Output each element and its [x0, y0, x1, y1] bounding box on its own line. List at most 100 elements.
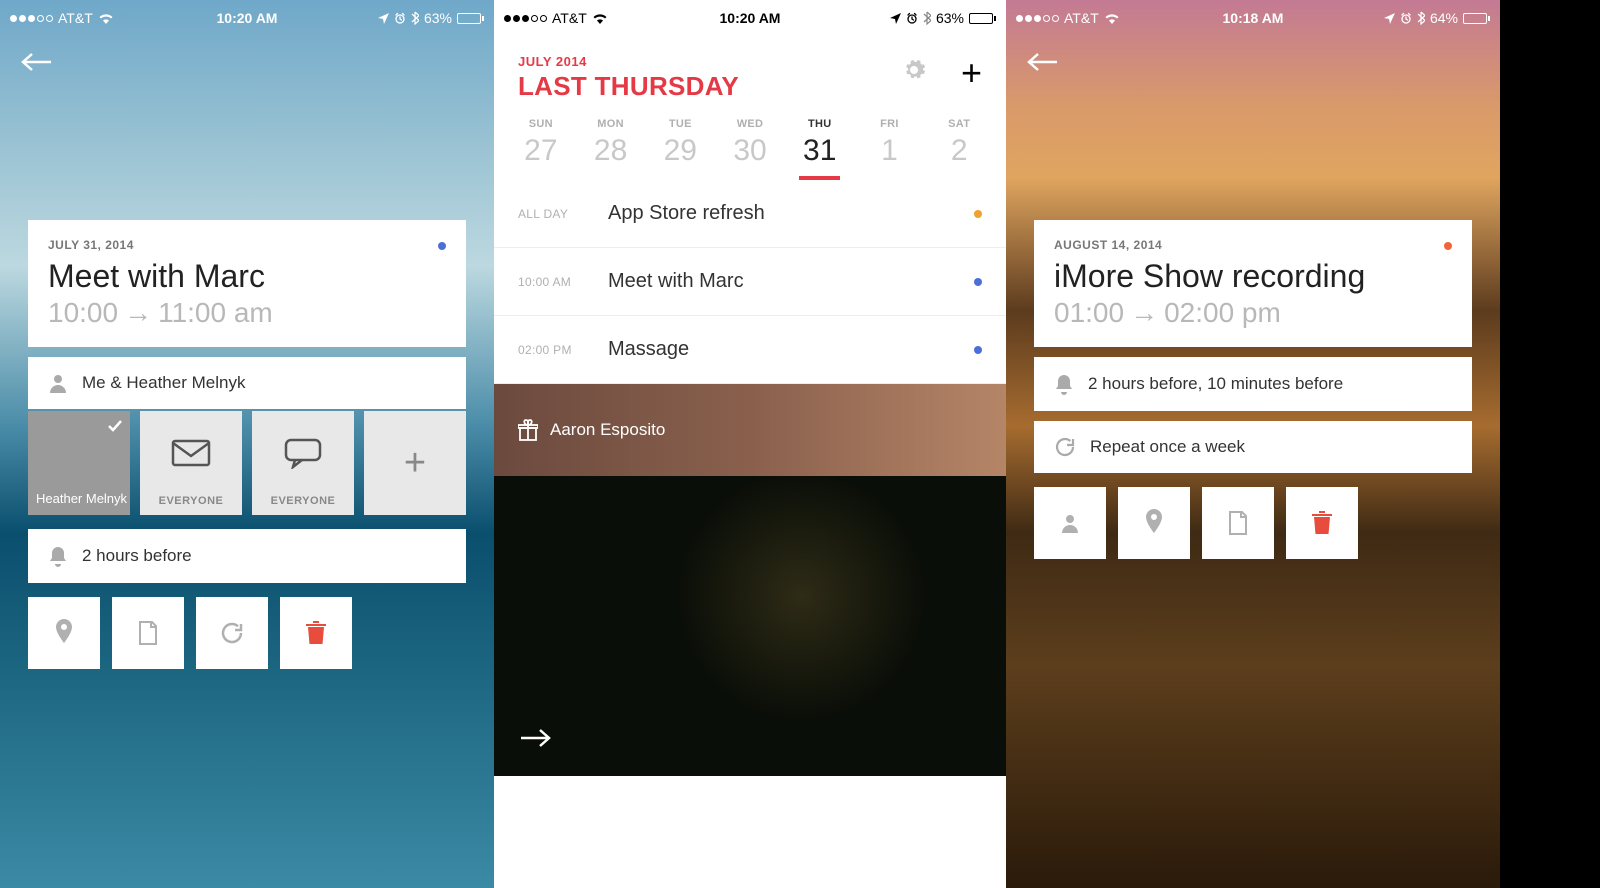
status-time: 10:20 AM — [720, 10, 781, 26]
calendar-header: + JULY 2014 LAST THURSDAY — [494, 36, 1006, 102]
battery-percent: 64% — [1430, 10, 1458, 26]
attendee-tile-selected[interactable]: Heather Melnyk — [28, 411, 130, 515]
status-time: 10:20 AM — [217, 10, 278, 26]
carrier-label: AT&T — [552, 10, 587, 26]
back-button[interactable] — [1026, 50, 1060, 74]
week-day-wed[interactable]: WED30 — [715, 118, 785, 180]
add-attendee-tile[interactable]: + — [364, 411, 466, 515]
event-detail-screen-2: AT&T 10:18 AM 64% AUGUST 14, 2014 — [1006, 0, 1500, 888]
event-row[interactable]: 02:00 PM Massage — [494, 316, 1006, 384]
battery-percent: 63% — [424, 10, 452, 26]
bluetooth-icon — [923, 11, 931, 25]
wifi-icon — [98, 12, 114, 24]
event-card[interactable]: JULY 31, 2014 Meet with Marc 10:00→11:00… — [28, 220, 466, 347]
chat-icon — [283, 437, 323, 469]
mail-icon — [171, 439, 211, 467]
delete-button[interactable] — [1286, 487, 1358, 559]
gift-icon — [518, 419, 538, 441]
status-bar: AT&T 10:20 AM 63% — [494, 0, 1006, 36]
location-icon — [1384, 13, 1395, 24]
week-day-fri[interactable]: FRI1 — [855, 118, 925, 180]
plus-icon: + — [404, 442, 426, 485]
reminder-text: 2 hours before — [82, 546, 192, 566]
note-button[interactable] — [1202, 487, 1274, 559]
note-button[interactable] — [112, 597, 184, 669]
repeat-button[interactable] — [196, 597, 268, 669]
event-time: 10:00→11:00 am — [48, 297, 446, 329]
action-buttons — [28, 597, 466, 669]
location-icon — [378, 13, 389, 24]
event-title: Massage — [608, 338, 974, 361]
carrier-label: AT&T — [58, 10, 93, 26]
event-row[interactable]: ALL DAY App Store refresh — [494, 180, 1006, 248]
event-date: JULY 31, 2014 — [48, 238, 446, 252]
battery-percent: 63% — [936, 10, 964, 26]
repeat-row[interactable]: Repeat once a week — [1034, 421, 1472, 473]
week-strip: SUN27 MON28 TUE29 WED30 THU31 FRI1 SAT2 — [494, 102, 1006, 180]
reminder-row[interactable]: 2 hours before — [28, 529, 466, 583]
settings-button[interactable] — [902, 58, 926, 82]
week-day-sun[interactable]: SUN27 — [506, 118, 576, 180]
tomorrow-preview[interactable] — [494, 476, 1006, 776]
signal-icon — [10, 15, 53, 22]
location-button[interactable] — [1118, 487, 1190, 559]
bluetooth-icon — [411, 11, 419, 25]
bluetooth-icon — [1417, 11, 1425, 25]
signal-icon — [1016, 15, 1059, 22]
event-card[interactable]: AUGUST 14, 2014 iMore Show recording 01:… — [1034, 220, 1472, 347]
calendar-dot — [974, 346, 982, 354]
week-day-thu-selected[interactable]: THU31 — [785, 118, 855, 180]
event-title: Meet with Marc — [608, 270, 974, 293]
event-row[interactable]: 10:00 AM Meet with Marc — [494, 248, 1006, 316]
repeat-icon — [1054, 437, 1076, 457]
wifi-icon — [592, 12, 608, 24]
carrier-label: AT&T — [1064, 10, 1099, 26]
event-date: AUGUST 14, 2014 — [1054, 238, 1452, 252]
tile-label: EVERYONE — [271, 495, 336, 507]
alarm-icon — [906, 12, 918, 24]
location-icon — [890, 13, 901, 24]
person-icon — [48, 373, 68, 393]
status-bar: AT&T 10:18 AM 64% — [1006, 0, 1500, 36]
calendar-dot — [438, 242, 446, 250]
battery-icon — [457, 13, 484, 24]
attendees-button[interactable] — [1034, 487, 1106, 559]
event-time: ALL DAY — [518, 207, 608, 221]
action-buttons — [1034, 487, 1472, 559]
repeat-text: Repeat once a week — [1090, 437, 1245, 457]
birthday-name: Aaron Esposito — [550, 420, 665, 440]
chat-everyone-tile[interactable]: EVERYONE — [252, 411, 354, 515]
attendee-tiles: Heather Melnyk EVERYONE EVERYONE + — [28, 411, 466, 515]
reminder-row[interactable]: 2 hours before, 10 minutes before — [1034, 357, 1472, 411]
delete-button[interactable] — [280, 597, 352, 669]
email-everyone-tile[interactable]: EVERYONE — [140, 411, 242, 515]
event-time: 10:00 AM — [518, 275, 608, 289]
check-icon — [106, 417, 124, 435]
birthday-row[interactable]: Aaron Esposito — [494, 384, 1006, 476]
alarm-icon — [394, 12, 406, 24]
calendar-dot — [1444, 242, 1452, 250]
event-title: Meet with Marc — [48, 258, 446, 295]
event-time: 02:00 PM — [518, 343, 608, 357]
status-time: 10:18 AM — [1223, 10, 1284, 26]
calendar-dot — [974, 210, 982, 218]
event-time: 01:00→02:00 pm — [1054, 297, 1452, 329]
alarm-icon — [1400, 12, 1412, 24]
week-day-sat[interactable]: SAT2 — [924, 118, 994, 180]
event-title: App Store refresh — [608, 202, 974, 225]
week-day-tue[interactable]: TUE29 — [645, 118, 715, 180]
attendees-row[interactable]: Me & Heather Melnyk — [28, 357, 466, 409]
reminder-text: 2 hours before, 10 minutes before — [1088, 374, 1343, 394]
back-button[interactable] — [20, 50, 54, 74]
location-button[interactable] — [28, 597, 100, 669]
add-event-button[interactable]: + — [961, 52, 982, 94]
week-day-mon[interactable]: MON28 — [576, 118, 646, 180]
signal-icon — [504, 15, 547, 22]
attendee-name: Heather Melnyk — [36, 491, 127, 507]
attendees-text: Me & Heather Melnyk — [82, 373, 245, 393]
forward-button[interactable] — [518, 726, 552, 750]
status-bar: AT&T 10:20 AM 63% — [0, 0, 494, 36]
battery-icon — [969, 13, 996, 24]
tile-label: EVERYONE — [159, 495, 224, 507]
calendar-dot — [974, 278, 982, 286]
